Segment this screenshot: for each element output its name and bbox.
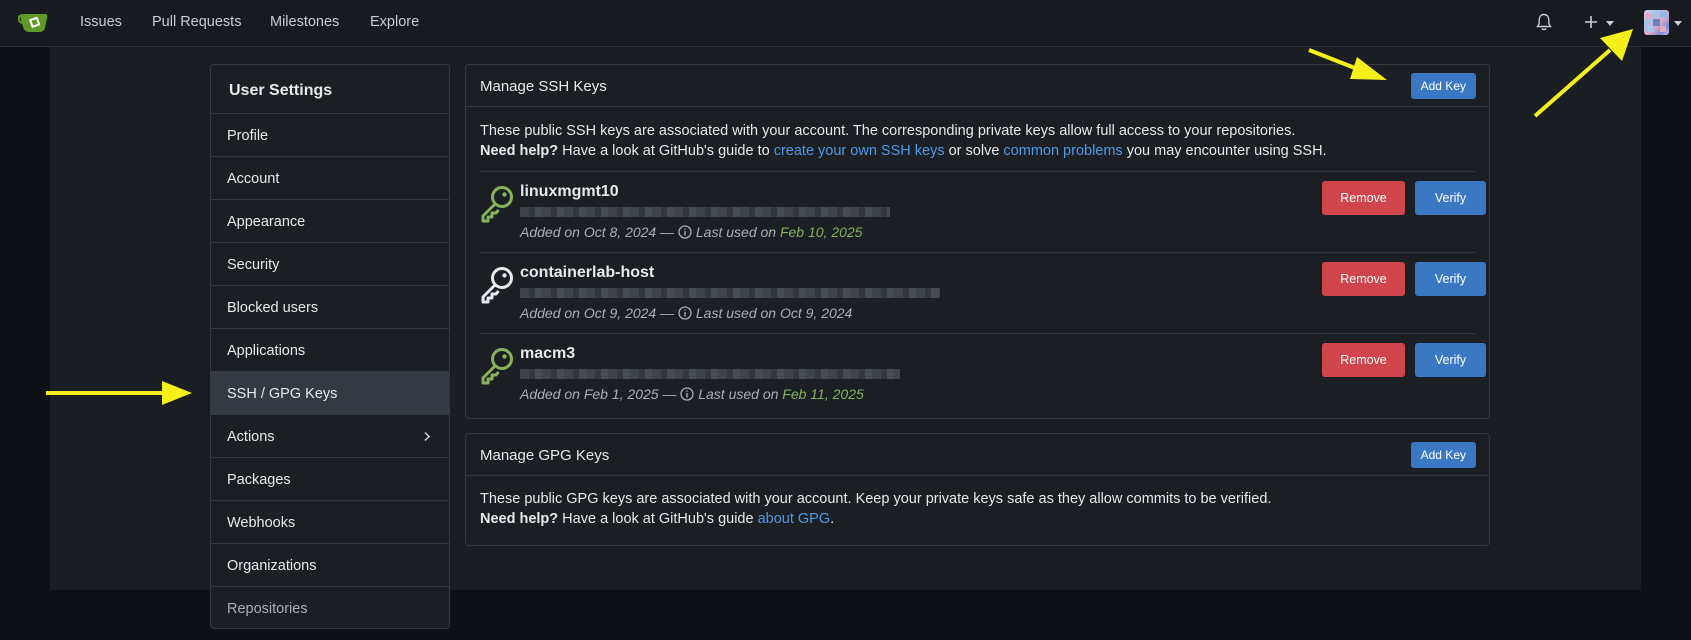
help-text: Have a look at GitHub's guide to: [558, 143, 774, 159]
ssh-key-meta: Added on Feb 1, 2025 — Last used on Feb …: [520, 386, 864, 402]
key-icon: [481, 348, 513, 385]
annotation-arrow-icon: [1308, 48, 1387, 80]
nav-issues[interactable]: Issues: [80, 14, 122, 30]
key-icon: [481, 186, 513, 223]
sidebar-item-blocked-users[interactable]: Blocked users: [211, 286, 449, 329]
help-bold: Need help?: [480, 511, 559, 527]
key-icon: [481, 267, 513, 304]
verify-key-button[interactable]: Verify: [1415, 343, 1486, 377]
sidebar-item-applications[interactable]: Applications: [211, 329, 449, 372]
ssh-key-row: containerlab-host Added on Oct 9, 2024 —…: [480, 252, 1486, 333]
add-gpg-key-button[interactable]: Add Key: [1410, 442, 1476, 468]
gpg-desc-line: These public GPG keys are associated wit…: [480, 491, 1272, 507]
ssh-key-fingerprint-redacted: [520, 207, 890, 217]
verify-key-button[interactable]: Verify: [1415, 181, 1486, 215]
ssh-key-fingerprint-redacted: [520, 369, 900, 379]
gpg-description: These public GPG keys are associated wit…: [466, 476, 1489, 529]
help-text: you may encounter using SSH.: [1122, 143, 1327, 159]
sidebar-item-account[interactable]: Account: [211, 157, 449, 200]
gitea-logo-icon[interactable]: [18, 10, 50, 36]
last-used-date: Oct 9, 2024: [779, 305, 853, 321]
help-bold: Need help?: [480, 143, 559, 159]
about-gpg-link[interactable]: about GPG: [758, 511, 831, 527]
last-used-date: Feb 10, 2025: [779, 224, 863, 240]
ssh-help-line: Need help? Have a look at GitHub's guide…: [480, 141, 1489, 161]
avatar-caret-icon[interactable]: [1674, 21, 1682, 26]
last-used-label: Last used on: [695, 224, 780, 240]
sidebar-item-actions[interactable]: Actions: [211, 415, 449, 458]
avatar[interactable]: [1644, 10, 1669, 35]
nav-milestones[interactable]: Milestones: [270, 14, 339, 30]
sidebar-item-repositories[interactable]: Repositories: [211, 587, 449, 630]
remove-key-button[interactable]: Remove: [1322, 343, 1405, 377]
info-icon: [678, 306, 692, 320]
verify-key-button[interactable]: Verify: [1415, 262, 1486, 296]
help-text: .: [830, 511, 835, 527]
ssh-key-name: linuxmgmt10: [520, 183, 619, 200]
gpg-panel-header: Manage GPG Keys Add Key: [466, 434, 1489, 476]
nav-explore[interactable]: Explore: [370, 14, 419, 30]
info-icon: [680, 387, 694, 401]
sidebar-item-organizations[interactable]: Organizations: [211, 544, 449, 587]
ssh-keys-panel: Manage SSH Keys Add Key These public SSH…: [465, 64, 1490, 419]
sidebar-item-webhooks[interactable]: Webhooks: [211, 501, 449, 544]
top-navbar: Issues Pull Requests Milestones Explore: [0, 0, 1691, 47]
chevron-right-icon: [424, 431, 431, 442]
ssh-key-meta: Added on Oct 9, 2024 — Last used on Oct …: [520, 305, 852, 321]
annotation-arrow-icon: [46, 381, 192, 405]
last-used-label: Last used on: [698, 386, 783, 402]
ssh-key-name: containerlab-host: [520, 264, 655, 281]
sidebar-item-profile[interactable]: Profile: [211, 114, 449, 157]
last-used-label: Last used on: [695, 305, 780, 321]
annotation-arrow-icon: [1533, 29, 1633, 118]
ssh-key-name: macm3: [520, 345, 576, 362]
key-added-date: Added on Oct 8, 2024 —: [520, 224, 678, 240]
ssh-key-row: macm3 Added on Feb 1, 2025 — Last used o…: [480, 333, 1486, 414]
remove-key-button[interactable]: Remove: [1322, 181, 1405, 215]
nav-pull-requests[interactable]: Pull Requests: [152, 14, 241, 30]
ssh-key-row: linuxmgmt10 Added on Oct 8, 2024 — Last …: [480, 171, 1486, 252]
ssh-panel-title: Manage SSH Keys: [480, 78, 607, 95]
ssh-desc-line: These public SSH keys are associated wit…: [480, 123, 1296, 139]
gpg-help-line: Need help? Have a look at GitHub's guide…: [480, 509, 1489, 529]
add-ssh-key-button[interactable]: Add Key: [1410, 73, 1476, 99]
gpg-keys-panel: Manage GPG Keys Add Key These public GPG…: [465, 433, 1490, 546]
settings-sidebar: User Settings Profile Account Appearance…: [210, 64, 450, 629]
remove-key-button[interactable]: Remove: [1322, 262, 1405, 296]
ssh-description: These public SSH keys are associated wit…: [466, 107, 1489, 161]
last-used-date: Feb 11, 2025: [782, 386, 864, 402]
avatar-pattern-icon: [1646, 12, 1667, 32]
sidebar-item-ssh-gpg-keys[interactable]: SSH / GPG Keys: [211, 372, 449, 415]
help-text: Have a look at GitHub's guide: [558, 511, 758, 527]
ssh-key-fingerprint-redacted: [520, 288, 940, 298]
help-text: or solve: [944, 143, 1004, 159]
ssh-key-meta: Added on Oct 8, 2024 — Last used on Feb …: [520, 224, 862, 240]
sidebar-item-packages[interactable]: Packages: [211, 458, 449, 501]
common-problems-link[interactable]: common problems: [1003, 143, 1122, 159]
sidebar-title: User Settings: [211, 65, 449, 114]
gpg-panel-title: Manage GPG Keys: [480, 447, 610, 464]
sidebar-item-security[interactable]: Security: [211, 243, 449, 286]
create-ssh-keys-link[interactable]: create your own SSH keys: [774, 143, 945, 159]
sidebar-item-label: Actions: [227, 429, 275, 445]
key-added-date: Added on Oct 9, 2024 —: [520, 305, 678, 321]
sidebar-item-appearance[interactable]: Appearance: [211, 200, 449, 243]
info-icon: [678, 225, 692, 239]
key-added-date: Added on Feb 1, 2025 —: [520, 386, 681, 402]
